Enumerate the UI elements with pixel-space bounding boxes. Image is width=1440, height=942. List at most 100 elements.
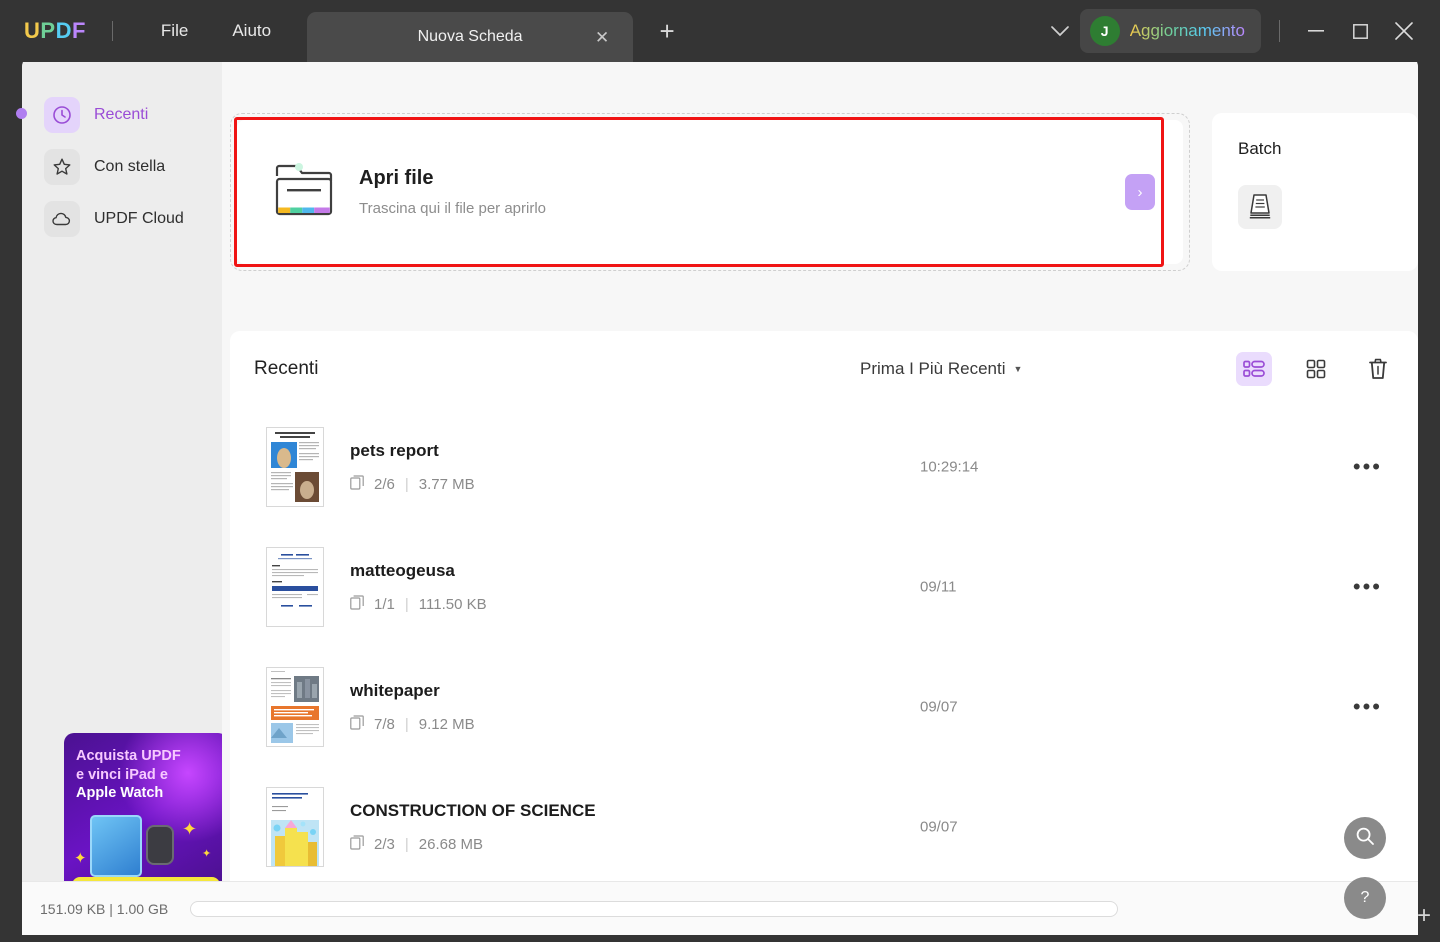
- recents-title: Recenti: [254, 358, 319, 379]
- promo-line-2: e vinci iPad e: [76, 766, 168, 783]
- file-name: whitepaper: [350, 680, 440, 700]
- file-name: CONSTRUCTION OF SCIENCE: [350, 800, 596, 820]
- table-row[interactable]: pets report 2/6 | 3.77 MB 10:29:14 •••: [230, 407, 1418, 527]
- file-date: 10:29:14: [920, 458, 979, 476]
- file-drop-zone[interactable]: Apri file Trascina qui il file per aprir…: [230, 113, 1190, 271]
- delete-button[interactable]: [1360, 352, 1396, 386]
- close-icon[interactable]: ✕: [591, 26, 613, 48]
- recents-panel: Recenti Prima I Più Recenti ▼ pets repor…: [230, 331, 1418, 901]
- sidebar-item-updf-cloud[interactable]: UPDF Cloud: [38, 193, 206, 245]
- menu-file[interactable]: File: [139, 15, 210, 47]
- window-controls-divider: [1279, 20, 1280, 42]
- apple-watch-image: [146, 824, 174, 865]
- file-info: CONSTRUCTION OF SCIENCE 2/3 | 26.68 MB: [350, 801, 596, 854]
- corner-plus-icon[interactable]: +: [1410, 902, 1438, 930]
- plus-icon[interactable]: +: [647, 11, 687, 51]
- file-info: whitepaper 7/8 | 9.12 MB: [350, 681, 475, 734]
- more-options-button[interactable]: •••: [1353, 576, 1382, 598]
- file-date: 09/11: [920, 578, 957, 596]
- pages-icon: [350, 474, 364, 494]
- file-thumbnail: [266, 667, 324, 747]
- table-row[interactable]: whitepaper 7/8 | 9.12 MB 09/07 •••: [230, 647, 1418, 767]
- sidebar-item-label: Recenti: [94, 106, 149, 123]
- list-view-button[interactable]: [1236, 352, 1272, 386]
- sidebar-item-label: Con stella: [94, 158, 166, 175]
- folder-icon: [273, 162, 335, 223]
- cloud-icon: [44, 201, 80, 237]
- ipad-image: [90, 814, 142, 877]
- more-options-button[interactable]: •••: [1353, 456, 1382, 478]
- meta-divider: |: [404, 835, 409, 853]
- window-close-button[interactable]: [1382, 11, 1426, 51]
- batch-card: Batch: [1212, 113, 1418, 271]
- file-thumbnail: [266, 547, 324, 627]
- app-shell: Recenti Con stella UPDF Cloud Acquista U…: [22, 55, 1418, 935]
- apri-file-subtitle: Trascina qui il file per aprirlo: [359, 200, 547, 217]
- apri-file-card[interactable]: Apri file Trascina qui il file per aprir…: [234, 117, 1183, 267]
- title-bar: U P D F File Aiuto Nuova Scheda ✕ + J Ag…: [0, 0, 1440, 62]
- recents-header: Recenti Prima I Più Recenti ▼: [230, 331, 1418, 407]
- page-count: 2/3: [374, 835, 395, 853]
- promo-artwork: ✦ ✦ ✦: [64, 809, 228, 877]
- file-meta: 1/1 | 111.50 KB: [350, 594, 487, 614]
- pages-icon: [350, 594, 364, 614]
- logo-letter-p: P: [40, 18, 56, 43]
- file-meta: 2/6 | 3.77 MB: [350, 474, 475, 494]
- update-button[interactable]: J Aggiornamento: [1079, 9, 1261, 53]
- updf-logo: U P D F: [24, 18, 86, 44]
- chevron-down-icon: ▼: [1013, 364, 1023, 374]
- meta-divider: |: [404, 595, 409, 613]
- sidebar: Recenti Con stella UPDF Cloud Acquista U…: [22, 55, 228, 935]
- table-row[interactable]: CONSTRUCTION OF SCIENCE 2/3 | 26.68 MB 0…: [230, 767, 1418, 887]
- pages-icon: [350, 714, 364, 734]
- file-name: pets report: [350, 440, 439, 460]
- file-info: pets report 2/6 | 3.77 MB: [350, 441, 475, 494]
- tab-nuova-scheda[interactable]: Nuova Scheda ✕: [307, 12, 634, 62]
- grid-view-button[interactable]: [1298, 352, 1334, 386]
- chevron-down-icon[interactable]: [1040, 11, 1080, 51]
- menu-aiuto[interactable]: Aiuto: [210, 15, 293, 47]
- sparkle-icon: ✦: [74, 849, 87, 867]
- file-date: 09/07: [920, 698, 958, 716]
- file-meta: 2/3 | 26.68 MB: [350, 834, 596, 854]
- logo-letter-d: D: [55, 18, 72, 43]
- titlebar-right-group: J Aggiornamento: [1040, 9, 1440, 53]
- page-count: 2/6: [374, 475, 395, 493]
- file-size: 111.50 KB: [418, 595, 487, 613]
- search-icon: [1355, 826, 1375, 851]
- tab-label: Nuova Scheda: [417, 28, 523, 45]
- promo-title: Acquista UPDF e vinci iPad e Apple Watch: [76, 747, 216, 803]
- logo-letter-u: U: [24, 18, 41, 43]
- sidebar-item-recenti[interactable]: Recenti: [38, 89, 206, 141]
- avatar: J: [1089, 16, 1120, 46]
- chevron-right-icon[interactable]: ›: [1125, 174, 1155, 210]
- search-button[interactable]: [1344, 817, 1386, 859]
- star-icon: [44, 149, 80, 185]
- view-tools: [1236, 352, 1396, 386]
- storage-progress-bar: [190, 900, 1119, 917]
- help-button[interactable]: ?: [1344, 877, 1386, 919]
- sidebar-item-label: UPDF Cloud: [94, 210, 184, 227]
- clock-icon: [44, 97, 80, 133]
- batch-documents-icon[interactable]: [1238, 185, 1282, 229]
- page-count: 1/1: [374, 595, 395, 613]
- file-date: 09/07: [920, 818, 958, 836]
- sparkle-icon: ✦: [202, 847, 212, 860]
- table-row[interactable]: matteogeusa 1/1 | 111.50 KB 09/11 •••: [230, 527, 1418, 647]
- minimize-button[interactable]: [1294, 11, 1338, 51]
- batch-title: Batch: [1238, 139, 1282, 158]
- logo-letter-f: F: [71, 18, 86, 43]
- page-count: 7/8: [374, 715, 395, 733]
- more-options-button[interactable]: •••: [1353, 696, 1382, 718]
- file-thumbnail: [266, 427, 324, 507]
- apri-file-text: Apri file Trascina qui il file per aprir…: [359, 167, 546, 217]
- main-content: Apri file Trascina qui il file per aprir…: [222, 55, 1418, 935]
- pages-icon: [350, 834, 364, 854]
- sidebar-item-con-stella[interactable]: Con stella: [38, 141, 206, 193]
- edge-indicator-dot: [16, 108, 27, 119]
- titlebar-divider: [111, 21, 113, 41]
- updf-application-window: U P D F File Aiuto Nuova Scheda ✕ + J Ag…: [0, 0, 1440, 942]
- maximize-button[interactable]: [1338, 11, 1382, 51]
- sort-dropdown[interactable]: Prima I Più Recenti ▼: [860, 359, 1022, 379]
- file-size: 3.77 MB: [418, 475, 475, 493]
